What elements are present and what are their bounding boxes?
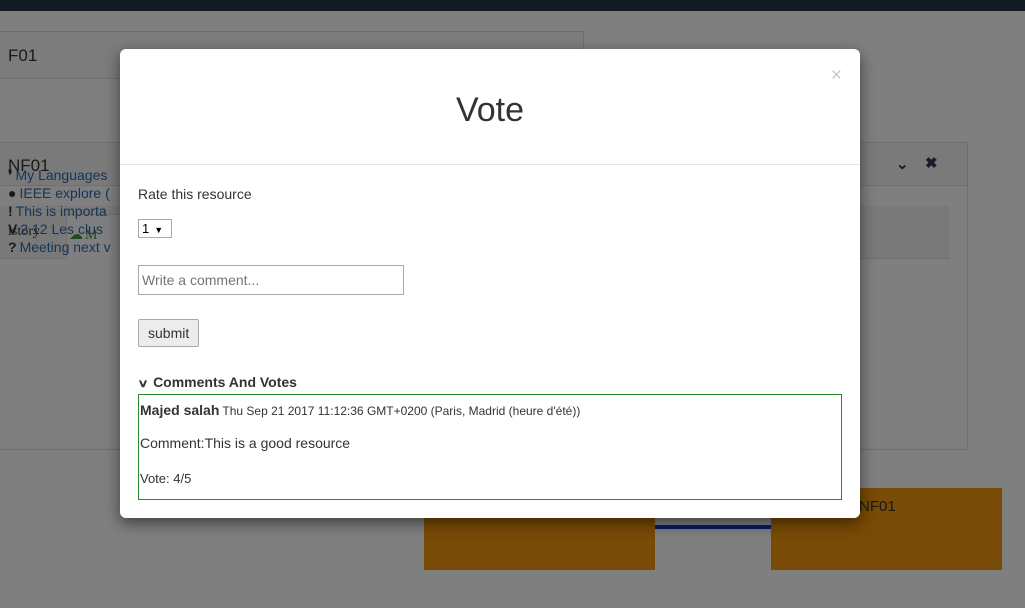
caret-down-icon: ▼ <box>154 225 164 235</box>
chevron-down-icon: ∨ <box>137 378 149 390</box>
vote-modal: × Vote Rate this resource 1▼ submit ∨Com… <box>120 49 860 518</box>
submit-button[interactable]: submit <box>138 319 200 347</box>
comment-card: Majed salah Thu Sep 21 2017 11:12:36 GMT+… <box>138 394 842 500</box>
comment-input[interactable] <box>138 265 404 295</box>
comment-vote: Vote: 4/5 <box>140 471 192 486</box>
comments-toggle[interactable]: ∨ Comments And Votes <box>137 374 297 390</box>
comments-header-label: Comments And Votes <box>153 374 297 390</box>
comment-date: Thu Sep 21 2017 11:12:36 GMT+0200 (Paris… <box>222 404 581 418</box>
rating-value: 1 <box>142 221 150 236</box>
divider <box>120 164 860 165</box>
comment-text: Comment:This is a good resource <box>140 435 351 451</box>
modal-title: Vote <box>455 91 525 129</box>
comment-meta: Majed salah Thu Sep 21 2017 11:12:36 GMT+… <box>140 402 580 418</box>
comment-author: Majed salah <box>140 402 220 418</box>
rating-select[interactable]: 1 ▼ <box>138 219 172 238</box>
rate-label: Rate this resource <box>138 186 252 202</box>
close-icon[interactable]: × <box>831 65 842 87</box>
